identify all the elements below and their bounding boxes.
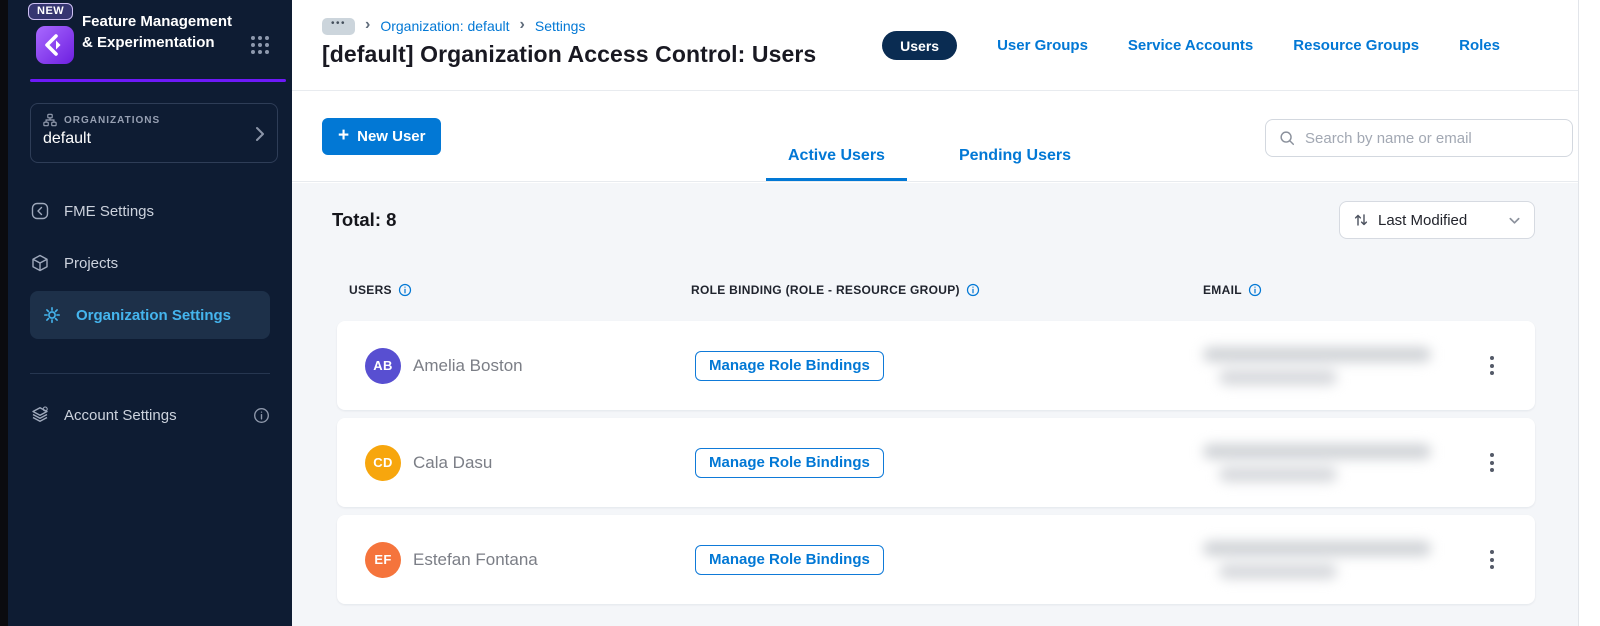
table-row: EF Estefan Fontana Manage Role Bindings (337, 515, 1535, 604)
user-name: Cala Dasu (413, 452, 493, 472)
tab-active-users[interactable]: Active Users (766, 147, 907, 181)
sort-arrows-icon (1353, 212, 1369, 228)
breadcrumb-link-settings[interactable]: Settings (535, 18, 586, 34)
table-row: CD Cala Dasu Manage Role Bindings (337, 418, 1535, 507)
tab-pending-users[interactable]: Pending Users (937, 147, 1093, 181)
user-name: Amelia Boston (413, 355, 523, 375)
user-name: Estefan Fontana (413, 549, 538, 569)
app-window: NEW Feature Management & Experimentation (0, 0, 1600, 626)
sidebar: NEW Feature Management & Experimentation (8, 0, 292, 626)
breadcrumb-link-organization[interactable]: Organization: default (380, 18, 509, 34)
gear-icon (42, 305, 62, 325)
user-cell: CD Cala Dasu (365, 444, 695, 481)
tab-user-groups[interactable]: User Groups (997, 37, 1088, 54)
sidebar-item-fme-settings[interactable]: FME Settings (30, 196, 270, 226)
users-table: AB Amelia Boston Manage Role Bindings CD… (337, 321, 1535, 612)
users-tabs: Active Users Pending Users (766, 147, 1093, 181)
email-cell (1175, 346, 1475, 385)
page-right-edge (1578, 0, 1600, 626)
sidebar-item-organization-settings[interactable]: Organization Settings (30, 291, 270, 339)
organization-value: default (43, 130, 92, 147)
app-title: Feature Management & Experimentation (82, 13, 233, 51)
column-header-users: USERS (349, 283, 691, 297)
avatar: EF (365, 541, 401, 578)
fme-app-logo-icon (36, 26, 74, 64)
role-binding-cell: Manage Role Bindings (695, 350, 1175, 381)
total-count: Total: 8 (332, 209, 397, 230)
new-user-button-label: New User (357, 128, 426, 145)
sidebar-accent-rule (30, 79, 286, 82)
avatar: AB (365, 347, 401, 384)
sidebar-menu: FME Settings Projects Organization Setti… (30, 196, 270, 430)
column-header-label: USERS (349, 283, 392, 297)
manage-role-bindings-button[interactable]: Manage Role Bindings (695, 350, 884, 381)
column-header-label: EMAIL (1203, 283, 1242, 297)
new-badge: NEW (28, 3, 74, 20)
info-icon[interactable] (1248, 283, 1262, 297)
fme-logo-outline-icon (30, 201, 50, 221)
info-icon[interactable] (253, 407, 270, 424)
column-header-role-binding: ROLE BINDING (ROLE - RESOURCE GROUP) (691, 283, 1203, 297)
manage-role-bindings-button[interactable]: Manage Role Bindings (695, 447, 884, 478)
email-redacted (1203, 443, 1475, 482)
breadcrumb-separator-icon: › (365, 16, 371, 33)
page-header: ••• › Organization: default › Settings [… (292, 0, 1578, 91)
role-binding-cell: Manage Role Bindings (695, 544, 1175, 575)
column-header-label: ROLE BINDING (ROLE - RESOURCE GROUP) (691, 283, 960, 297)
sidebar-item-projects[interactable]: Projects (30, 248, 270, 278)
cube-icon (30, 253, 50, 273)
background-window-strip (0, 0, 8, 626)
tab-resource-groups[interactable]: Resource Groups (1293, 37, 1419, 54)
sidebar-item-label: Projects (64, 254, 119, 272)
sidebar-item-label: Organization Settings (76, 306, 232, 324)
plus-icon: + (338, 125, 350, 146)
sidebar-item-label: Account Settings (64, 406, 177, 424)
app-switcher-grid-icon[interactable] (248, 33, 272, 57)
info-icon[interactable] (398, 283, 412, 297)
table-header-row: USERS ROLE BINDING (ROLE - RESOURCE GROU… (349, 283, 1535, 297)
sort-value: Last Modified (1378, 211, 1468, 229)
search-icon (1278, 129, 1296, 147)
user-cell: AB Amelia Boston (365, 347, 695, 384)
info-icon[interactable] (966, 283, 980, 297)
tab-users[interactable]: Users (882, 31, 958, 60)
row-kebab-menu-icon[interactable] (1484, 447, 1500, 478)
org-hierarchy-icon (43, 113, 57, 127)
email-cell (1175, 443, 1475, 482)
email-redacted (1203, 540, 1475, 579)
row-kebab-menu-icon[interactable] (1484, 350, 1500, 381)
email-cell (1175, 540, 1475, 579)
role-binding-cell: Manage Role Bindings (695, 447, 1175, 478)
tab-service-accounts[interactable]: Service Accounts (1128, 37, 1253, 54)
table-row: AB Amelia Boston Manage Role Bindings (337, 321, 1535, 410)
main-area: ••• › Organization: default › Settings [… (292, 0, 1578, 626)
chevron-down-icon (1508, 214, 1521, 227)
sidebar-item-label: FME Settings (64, 202, 155, 220)
search-input[interactable] (1305, 129, 1560, 147)
breadcrumb-separator-icon: › (519, 16, 525, 33)
access-control-nav: Users User Groups Service Accounts Resou… (882, 31, 1500, 60)
search-box (1265, 119, 1573, 157)
manage-role-bindings-button[interactable]: Manage Role Bindings (695, 544, 884, 575)
breadcrumb: ••• › Organization: default › Settings (322, 17, 585, 35)
chevron-right-icon (255, 126, 265, 142)
layers-icon (30, 405, 50, 425)
column-header-email: EMAIL (1203, 283, 1535, 297)
breadcrumb-ellipsis-icon[interactable]: ••• (322, 17, 355, 35)
sidebar-item-account-settings[interactable]: Account Settings (30, 400, 270, 430)
user-cell: EF Estefan Fontana (365, 541, 695, 578)
avatar: CD (365, 444, 401, 481)
email-redacted (1203, 346, 1475, 385)
tab-roles[interactable]: Roles (1459, 37, 1500, 54)
page-title: [default] Organization Access Control: U… (322, 41, 817, 67)
sort-dropdown[interactable]: Last Modified (1339, 201, 1535, 239)
organizations-selector[interactable]: ORGANIZATIONS default (30, 103, 278, 163)
sidebar-divider (30, 373, 270, 374)
organizations-label: ORGANIZATIONS (64, 114, 161, 126)
row-kebab-menu-icon[interactable] (1484, 544, 1500, 575)
toolbar: + New User Active Users Pending Users (292, 91, 1578, 182)
new-user-button[interactable]: + New User (322, 118, 442, 155)
users-list-panel: Total: 8 Last Modified USERS ROLE BINDIN… (292, 183, 1578, 626)
